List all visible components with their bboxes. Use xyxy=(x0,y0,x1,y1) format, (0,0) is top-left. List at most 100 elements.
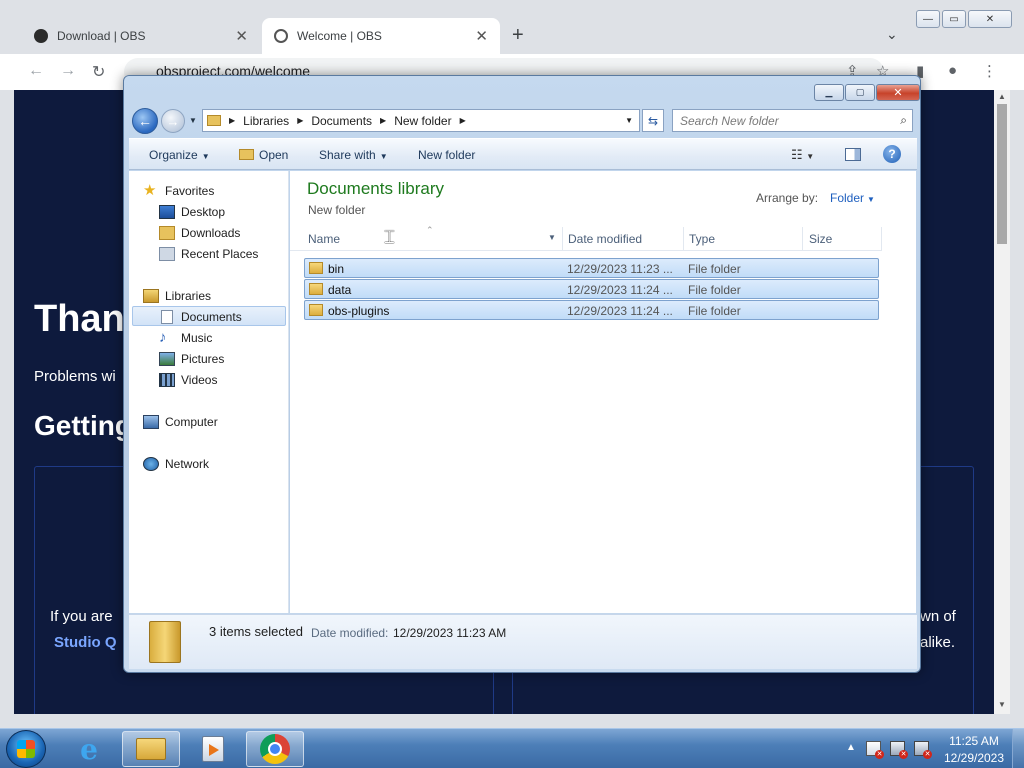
tab-search-chevron-icon[interactable]: ⌄ xyxy=(886,26,898,43)
multiple-folders-icon xyxy=(149,621,181,663)
column-filter-dropdown-icon[interactable]: ▼ xyxy=(548,233,556,242)
organize-button[interactable]: Organize ▼ xyxy=(149,148,210,162)
page-scrollbar[interactable]: ▲ ▼ xyxy=(994,90,1010,714)
back-arrow-icon[interactable]: ← xyxy=(132,108,158,134)
action-center-flag-icon[interactable]: ✕ xyxy=(866,741,884,759)
column-divider[interactable] xyxy=(802,227,803,251)
column-divider[interactable] xyxy=(881,227,882,251)
table-row[interactable]: obs-plugins 12/29/2023 11:24 ... File fo… xyxy=(304,300,879,320)
address-dropdown-icon[interactable]: ▼ xyxy=(625,116,633,125)
organize-label: Organize xyxy=(149,148,198,162)
date-modified-label: Date modified: xyxy=(311,626,389,640)
arrange-by-dropdown[interactable]: Folder ▼ xyxy=(830,191,875,205)
taskbar-windows-explorer[interactable] xyxy=(122,731,180,767)
file-type: File folder xyxy=(688,262,741,276)
nav-network[interactable]: Network xyxy=(143,454,209,473)
taskbar-internet-explorer[interactable]: e xyxy=(60,731,118,767)
search-icon[interactable]: ⌕ xyxy=(900,113,907,128)
new-folder-button[interactable]: New folder xyxy=(418,148,475,162)
nav-pictures[interactable]: Pictures xyxy=(159,349,224,368)
column-divider[interactable] xyxy=(683,227,684,251)
column-header-size[interactable]: Size xyxy=(809,232,832,246)
breadcrumb-separator-icon[interactable]: ▶ xyxy=(460,116,466,125)
maximize-button[interactable]: ▢ xyxy=(845,84,875,101)
star-icon: ★ xyxy=(143,181,157,199)
nav-computer[interactable]: Computer xyxy=(143,412,218,431)
nav-music[interactable]: ♪ Music xyxy=(159,328,212,347)
chevron-down-icon: ▼ xyxy=(867,195,875,204)
start-button[interactable] xyxy=(6,730,46,768)
share-with-button[interactable]: Share with ▼ xyxy=(319,148,388,162)
taskbar-google-chrome[interactable] xyxy=(246,731,304,767)
open-button[interactable]: Open xyxy=(239,148,288,162)
page-subheading: Getting xyxy=(34,410,132,441)
address-bar[interactable]: ▶ Libraries ▶ Documents ▶ New folder ▶ ▼ xyxy=(202,109,640,132)
refresh-icon[interactable]: ⇆ xyxy=(642,109,664,132)
close-tab-icon[interactable]: ✕ xyxy=(235,27,248,45)
close-button[interactable]: ✕ xyxy=(968,10,1012,28)
maximize-button[interactable]: ▭ xyxy=(942,10,966,28)
preview-pane-icon[interactable] xyxy=(845,148,861,161)
card-link[interactable]: Studio Q xyxy=(54,634,117,651)
show-hidden-icons-chevron-icon[interactable]: ▲ xyxy=(846,742,856,753)
scroll-up-arrow-icon[interactable]: ▲ xyxy=(998,92,1006,101)
column-header-date-modified[interactable]: Date modified xyxy=(568,232,642,246)
nav-label: Downloads xyxy=(181,225,241,240)
sort-arrow-icon: ⌃ xyxy=(426,225,434,235)
close-button[interactable]: ✕ xyxy=(876,84,920,101)
volume-muted-icon[interactable]: ✕ xyxy=(914,741,932,759)
tab-welcome-obs[interactable]: Welcome | OBS ✕ xyxy=(262,18,500,54)
table-row[interactable]: bin 12/29/2023 11:23 ... File folder xyxy=(304,258,879,278)
date-modified-value: 12/29/2023 11:23 AM xyxy=(393,626,507,640)
clock-time[interactable]: 11:25 AM xyxy=(942,734,1006,748)
network-status-icon[interactable]: ✕ xyxy=(890,741,908,759)
table-row[interactable]: data 12/29/2023 11:24 ... File folder xyxy=(304,279,879,299)
change-view-icon[interactable]: ☷ ▼ xyxy=(791,147,814,163)
breadcrumb-separator-icon[interactable]: ▶ xyxy=(297,116,303,125)
breadcrumb-separator-icon[interactable]: ▶ xyxy=(229,116,235,125)
nav-label: Documents xyxy=(181,309,242,324)
breadcrumb-new-folder[interactable]: New folder xyxy=(394,114,451,128)
network-icon xyxy=(143,456,159,471)
profile-avatar-icon[interactable]: ● xyxy=(948,62,957,79)
nav-downloads[interactable]: Downloads xyxy=(159,223,240,242)
nav-label: Libraries xyxy=(165,288,212,303)
taskbar-media-player[interactable] xyxy=(184,731,242,767)
nav-desktop[interactable]: Desktop xyxy=(159,202,225,221)
nav-recent-places[interactable]: Recent Places xyxy=(159,244,258,263)
close-tab-icon[interactable]: ✕ xyxy=(475,27,488,45)
reload-icon[interactable]: ↻ xyxy=(92,62,105,82)
clock-date[interactable]: 12/29/2023 xyxy=(942,751,1006,765)
recent-pages-dropdown-icon[interactable]: ▼ xyxy=(189,116,197,125)
nav-libraries[interactable]: Libraries xyxy=(143,286,211,305)
file-date: 12/29/2023 11:23 ... xyxy=(567,262,673,276)
nav-favorites[interactable]: ★ Favorites xyxy=(143,181,214,200)
minimize-button[interactable]: ▁ xyxy=(814,84,844,101)
column-header-name[interactable]: Name xyxy=(308,232,340,246)
breadcrumb-libraries[interactable]: Libraries xyxy=(243,114,289,128)
search-input[interactable]: Search New folder ⌕ xyxy=(672,109,913,132)
videos-film-icon xyxy=(159,372,175,387)
menu-kebab-icon[interactable]: ⋮ xyxy=(982,62,997,80)
breadcrumb-documents[interactable]: Documents xyxy=(311,114,372,128)
breadcrumb-separator-icon[interactable]: ▶ xyxy=(380,116,386,125)
help-icon[interactable]: ? xyxy=(883,145,901,163)
forward-arrow-icon[interactable]: → xyxy=(60,62,76,80)
column-header-type[interactable]: Type xyxy=(689,232,715,246)
minimize-button[interactable]: — xyxy=(916,10,940,28)
back-arrow-icon[interactable]: ← xyxy=(28,62,44,80)
nav-documents[interactable]: Documents xyxy=(161,307,242,326)
tab-download-obs[interactable]: Download | OBS ✕ xyxy=(22,18,260,54)
computer-icon xyxy=(143,414,159,429)
nav-label: Pictures xyxy=(181,351,225,366)
scroll-down-arrow-icon[interactable]: ▼ xyxy=(998,700,1006,709)
show-desktop-button[interactable] xyxy=(1012,729,1024,768)
file-type: File folder xyxy=(688,283,741,297)
scrollbar-thumb[interactable] xyxy=(997,104,1007,244)
column-divider[interactable] xyxy=(562,227,563,251)
search-placeholder: Search New folder xyxy=(680,114,779,128)
taskbar: e ▲ ✕ ✕ ✕ 11:25 AM 12/29/2023 xyxy=(0,728,1024,768)
nav-videos[interactable]: Videos xyxy=(159,370,217,389)
new-tab-button[interactable]: + xyxy=(512,24,524,47)
forward-arrow-icon[interactable]: → xyxy=(161,109,185,133)
